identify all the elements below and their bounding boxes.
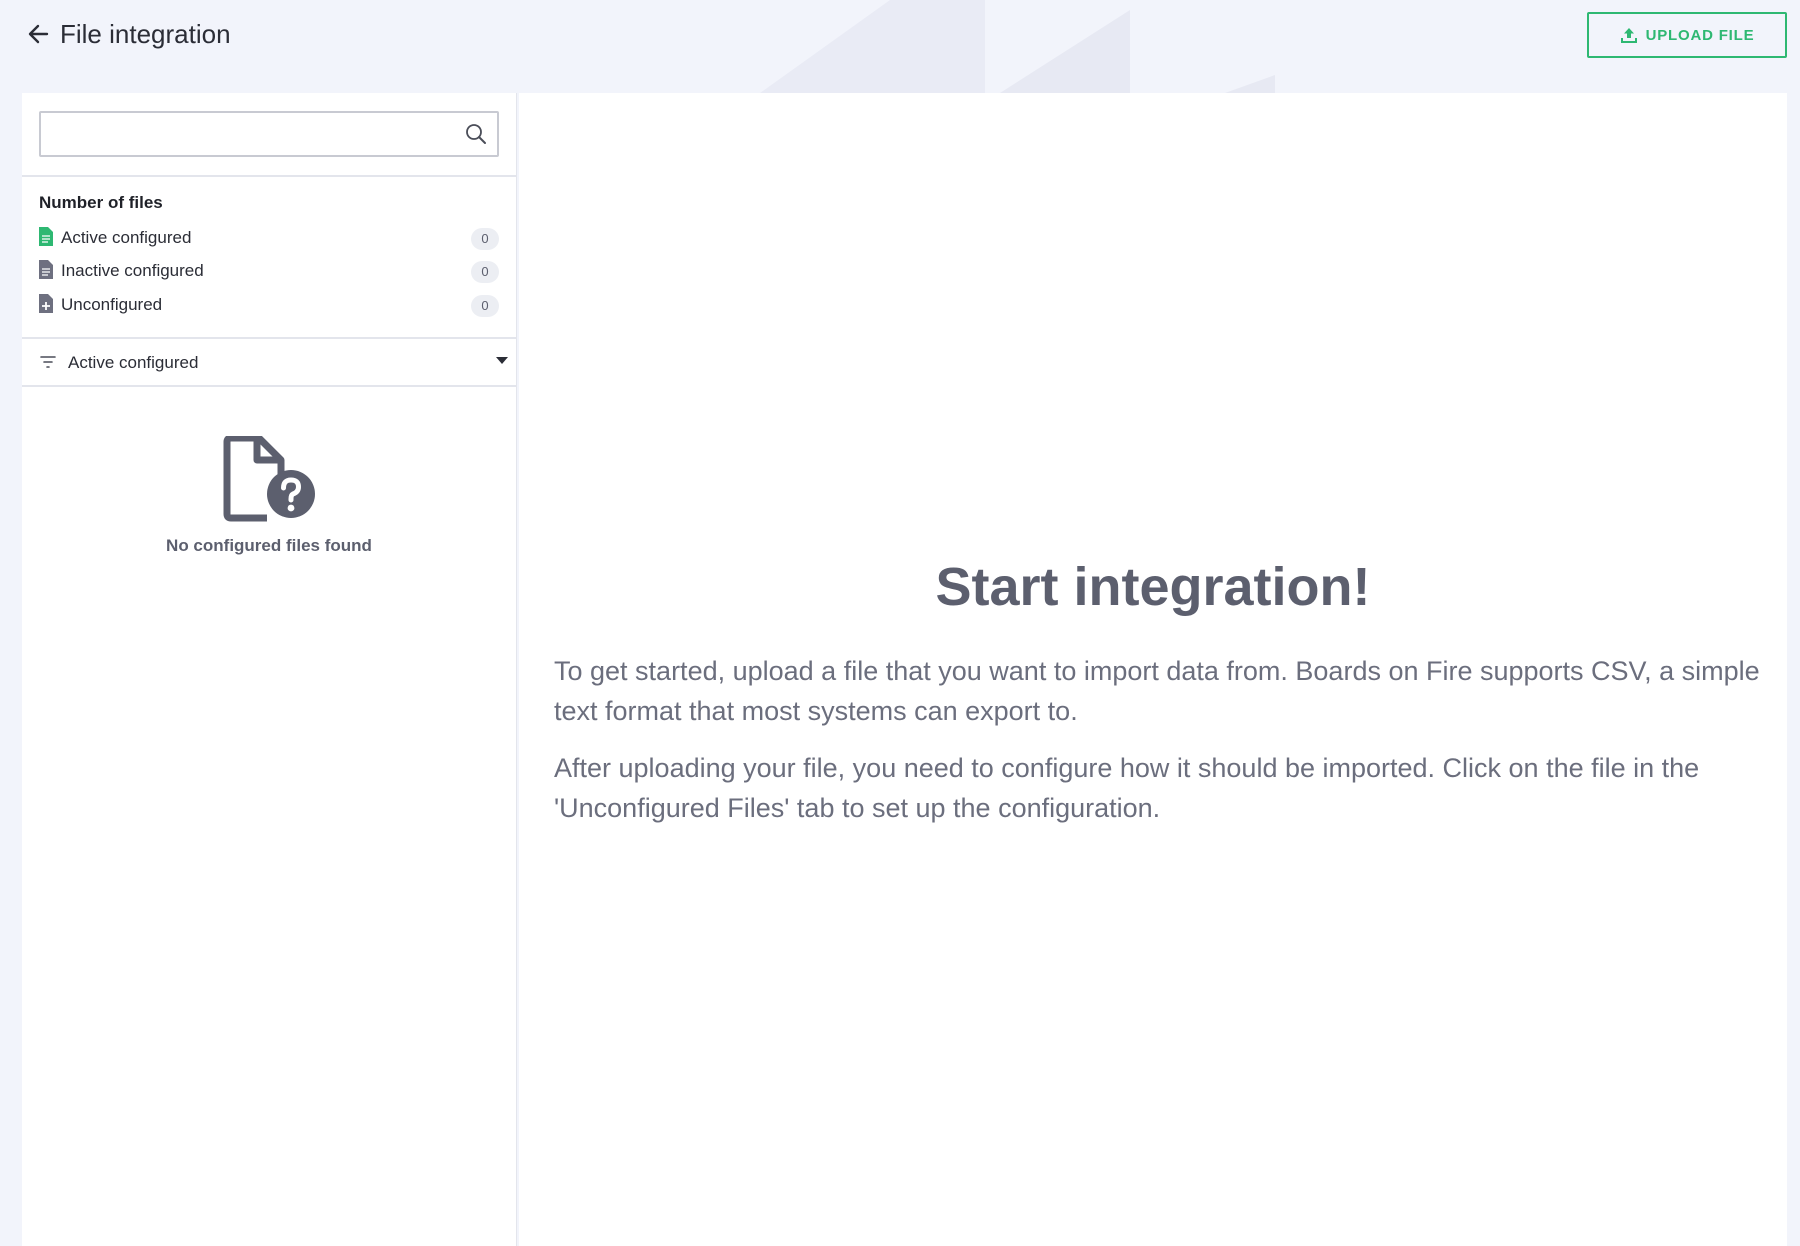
divider xyxy=(22,385,516,387)
count-badge: 0 xyxy=(471,228,499,250)
divider xyxy=(22,175,516,177)
search-box xyxy=(39,111,499,157)
filter-icon xyxy=(40,356,56,368)
page-title: File integration xyxy=(60,19,231,49)
filter-select[interactable]: Active configured xyxy=(22,340,516,386)
search-icon[interactable] xyxy=(465,123,487,145)
upload-file-label: UPLOAD FILE xyxy=(1645,26,1755,44)
count-row-unconfigured[interactable]: Unconfigured 0 xyxy=(39,292,499,320)
count-label: Active configured xyxy=(61,228,192,247)
back-button[interactable] xyxy=(24,20,52,48)
count-label: Unconfigured xyxy=(61,295,163,314)
filter-selected-value: Active configured xyxy=(68,353,199,372)
counts-title: Number of files xyxy=(39,193,163,212)
upload-icon xyxy=(1620,28,1637,43)
file-gray-icon xyxy=(39,260,53,279)
intro-paragraph: To get started, upload a file that you w… xyxy=(554,656,1760,726)
file-plus-icon xyxy=(39,294,53,313)
file-green-icon xyxy=(39,227,53,246)
main-title: Start integration! xyxy=(935,557,1371,617)
instructions-paragraph: After uploading your file, you need to c… xyxy=(554,753,1700,823)
divider xyxy=(22,337,516,339)
search-input[interactable] xyxy=(41,113,451,155)
arrow-left-icon xyxy=(28,24,49,44)
upload-file-button[interactable]: UPLOAD FILE xyxy=(1587,12,1787,58)
count-label: Inactive configured xyxy=(61,261,204,280)
chevron-down-icon xyxy=(496,357,508,364)
count-row-inactive[interactable]: Inactive configured 0 xyxy=(39,258,499,286)
header: File integration UPLOAD FILE xyxy=(0,0,1800,80)
main-panel: Start integration! To get started, uploa… xyxy=(519,93,1787,1246)
empty-state-text: No configured files found xyxy=(166,536,372,555)
count-badge: 0 xyxy=(471,295,499,317)
count-badge: 0 xyxy=(471,261,499,283)
file-question-icon xyxy=(223,436,315,522)
sidebar: Number of files Active configured 0 Inac… xyxy=(22,93,517,1246)
count-row-active[interactable]: Active configured 0 xyxy=(39,225,499,253)
